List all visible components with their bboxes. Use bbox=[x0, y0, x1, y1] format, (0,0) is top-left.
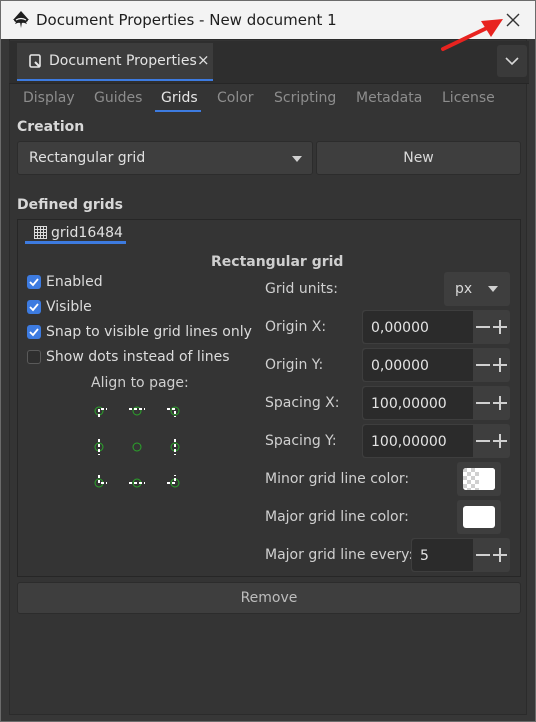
enabled-checkbox[interactable] bbox=[27, 275, 41, 289]
visible-label: Visible bbox=[46, 299, 92, 315]
increment-icon-vertical bbox=[499, 358, 501, 372]
decrement-icon[interactable] bbox=[476, 402, 490, 404]
decrement-icon[interactable] bbox=[476, 364, 490, 366]
dock-tab-bar: Document Properties × bbox=[9, 41, 529, 84]
origin-x-field[interactable]: 0,00000 bbox=[363, 311, 473, 343]
grid-heading: Rectangular grid bbox=[211, 254, 344, 270]
chevron-down-icon bbox=[505, 57, 519, 66]
tab-label: Document Properties bbox=[49, 53, 197, 69]
window-close-icon[interactable] bbox=[503, 10, 523, 30]
origin-x-label: Origin X: bbox=[265, 319, 327, 335]
minor-grid-color-button[interactable] bbox=[457, 462, 501, 496]
checkmark-icon bbox=[29, 278, 39, 287]
spacing-x-value: 100,00000 bbox=[371, 396, 447, 412]
grid-units-select[interactable]: px bbox=[444, 272, 510, 306]
spacing-x-spinner[interactable]: 100,00000 bbox=[362, 386, 510, 420]
show-dots-label: Show dots instead of lines bbox=[46, 349, 230, 365]
tab-display[interactable]: Display bbox=[23, 90, 75, 106]
dropdown-arrow-icon bbox=[292, 156, 302, 162]
origin-x-value: 0,00000 bbox=[371, 320, 429, 336]
spacing-y-label: Spacing Y: bbox=[265, 433, 337, 449]
major-grid-color-swatch bbox=[463, 506, 495, 528]
checkmark-icon bbox=[29, 328, 39, 337]
defined-grids-heading: Defined grids bbox=[17, 197, 123, 213]
properties-subtabs: Display Guides Grids Color Scripting Met… bbox=[15, 87, 521, 113]
origin-y-value: 0,00000 bbox=[371, 358, 429, 374]
decrement-icon[interactable] bbox=[476, 326, 490, 328]
grid-icon bbox=[34, 226, 47, 239]
dock-menu-button[interactable] bbox=[497, 45, 527, 77]
tab-metadata[interactable]: Metadata bbox=[356, 90, 422, 106]
minor-grid-color-label: Minor grid line color: bbox=[265, 471, 410, 487]
title-bar[interactable]: Document Properties - New document 1 bbox=[1, 1, 535, 39]
tab-license[interactable]: License bbox=[442, 90, 495, 106]
tab-scripting[interactable]: Scripting bbox=[274, 90, 336, 106]
tab-guides[interactable]: Guides bbox=[94, 90, 142, 106]
new-grid-button[interactable]: New bbox=[316, 141, 521, 175]
spacing-y-field[interactable]: 100,00000 bbox=[363, 425, 473, 457]
checkerboard-transparency-icon bbox=[463, 468, 495, 490]
major-grid-every-label: Major grid line every: bbox=[265, 547, 414, 563]
tab-grids[interactable]: Grids bbox=[161, 90, 198, 106]
align-to-page-label: Align to page: bbox=[91, 375, 189, 391]
grid-tab-indicator bbox=[25, 241, 126, 244]
enabled-label: Enabled bbox=[46, 274, 103, 290]
origin-y-field[interactable]: 0,00000 bbox=[363, 349, 473, 381]
minor-grid-color-swatch bbox=[463, 468, 495, 490]
major-grid-every-field[interactable]: 5 bbox=[412, 539, 473, 571]
increment-icon-vertical bbox=[499, 320, 501, 334]
major-grid-every-spinner[interactable]: 5 bbox=[411, 538, 510, 572]
spacing-x-field[interactable]: 100,00000 bbox=[363, 387, 473, 419]
checkmark-icon bbox=[29, 303, 39, 312]
dropdown-arrow-icon bbox=[488, 286, 498, 292]
show-dots-checkbox[interactable] bbox=[27, 350, 41, 364]
tab-close-icon[interactable]: × bbox=[197, 51, 210, 69]
major-grid-every-value: 5 bbox=[420, 548, 429, 564]
spacing-y-value: 100,00000 bbox=[371, 434, 447, 450]
active-tab-indicator bbox=[155, 110, 201, 112]
window-title: Document Properties - New document 1 bbox=[36, 11, 337, 29]
spacing-y-spinner[interactable]: 100,00000 bbox=[362, 424, 510, 458]
remove-grid-button[interactable]: Remove bbox=[17, 582, 521, 614]
document-properties-icon bbox=[29, 54, 41, 68]
major-grid-color-button[interactable] bbox=[457, 500, 501, 534]
increment-icon-vertical bbox=[499, 396, 501, 410]
spacing-x-label: Spacing X: bbox=[265, 395, 340, 411]
tab-color[interactable]: Color bbox=[217, 90, 254, 106]
grid-type-select[interactable]: Rectangular grid bbox=[17, 141, 313, 175]
inkscape-logo-icon bbox=[13, 11, 29, 28]
visible-checkbox[interactable] bbox=[27, 300, 41, 314]
decrement-icon[interactable] bbox=[476, 554, 490, 556]
grid-units-label: Grid units: bbox=[265, 281, 338, 297]
origin-y-spinner[interactable]: 0,00000 bbox=[362, 348, 510, 382]
increment-icon-vertical bbox=[499, 548, 501, 562]
major-grid-color-label: Major grid line color: bbox=[265, 509, 409, 525]
creation-heading: Creation bbox=[17, 119, 85, 135]
tab-document-properties[interactable]: Document Properties × bbox=[17, 43, 213, 81]
increment-icon-vertical bbox=[499, 434, 501, 448]
grid-tab-label: grid16484 bbox=[51, 225, 123, 241]
grid-units-value: px bbox=[455, 281, 473, 297]
align-to-page-picker[interactable] bbox=[89, 397, 189, 493]
document-properties-window: Document Properties - New document 1 Doc… bbox=[0, 0, 536, 722]
snap-visible-label: Snap to visible grid lines only bbox=[46, 324, 252, 340]
decrement-icon[interactable] bbox=[476, 440, 490, 442]
origin-y-label: Origin Y: bbox=[265, 357, 324, 373]
snap-visible-checkbox[interactable] bbox=[27, 325, 41, 339]
grid-type-value: Rectangular grid bbox=[29, 150, 146, 166]
origin-x-spinner[interactable]: 0,00000 bbox=[362, 310, 510, 344]
